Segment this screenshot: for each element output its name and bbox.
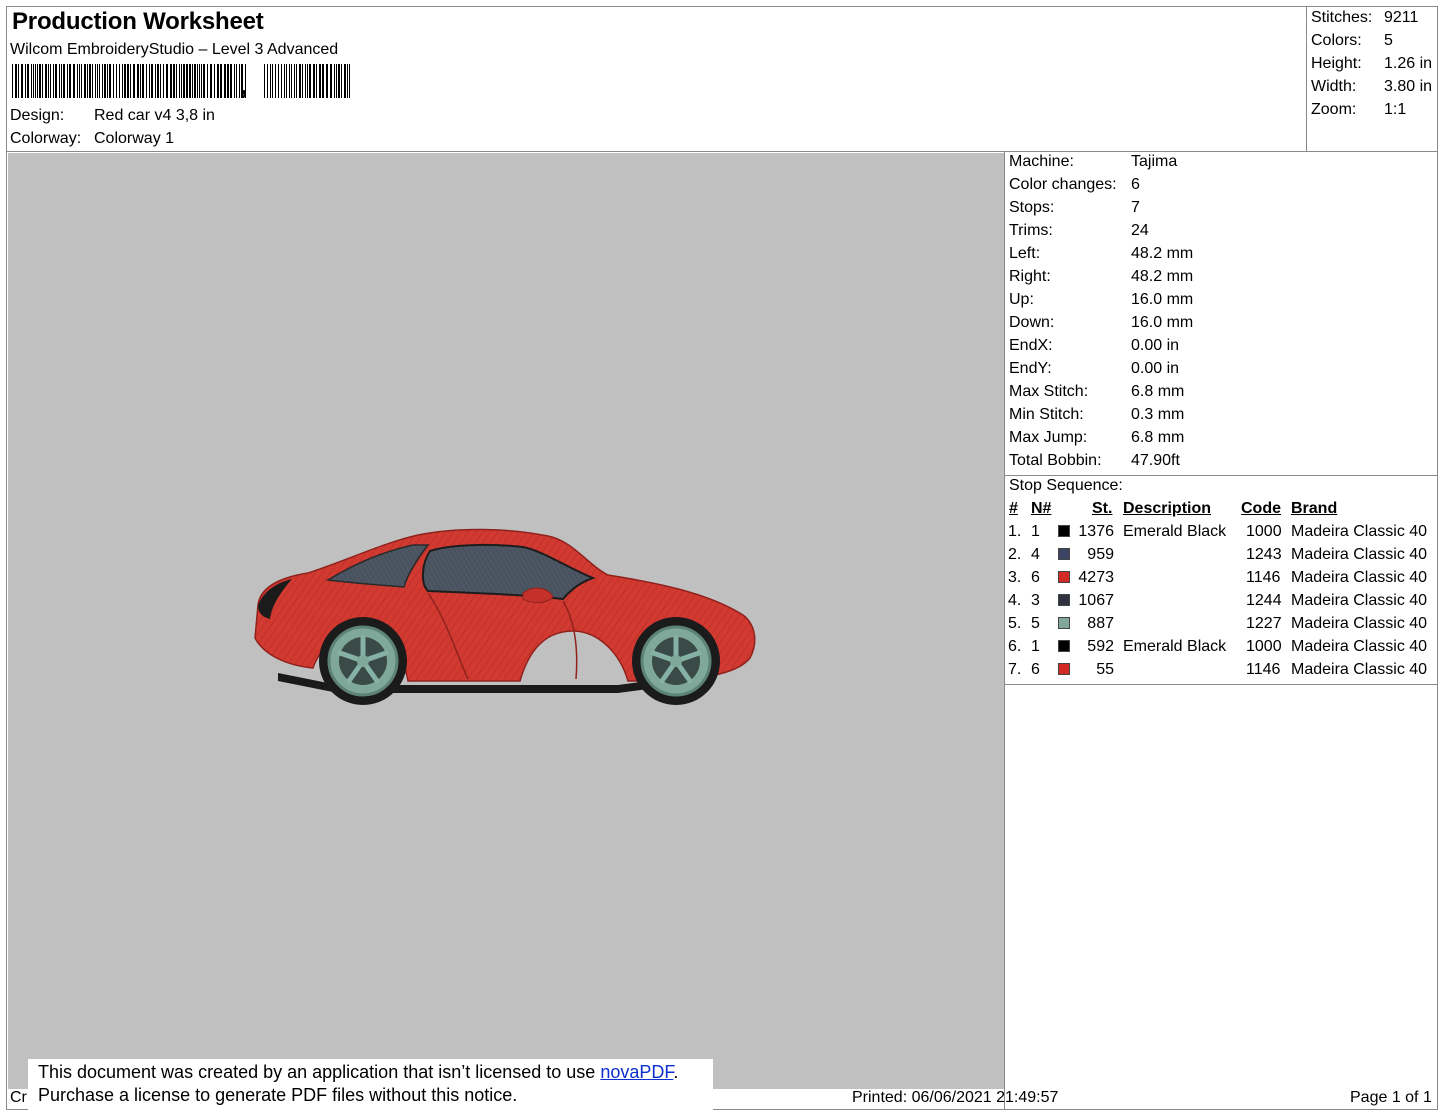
row-code: 1243 xyxy=(1246,546,1282,563)
thread-color-swatch xyxy=(1058,525,1070,537)
row-brand: Madeira Classic 40 xyxy=(1291,523,1428,540)
row-brand: Madeira Classic 40 xyxy=(1291,546,1428,563)
row-needle: 6 xyxy=(1031,661,1040,678)
front-wheel xyxy=(632,617,720,705)
sequence-separator xyxy=(1005,684,1438,685)
col-header-num: # xyxy=(1009,500,1018,517)
design-value: Red car v4 3,8 in xyxy=(94,107,215,124)
row-stitches: 1376 xyxy=(1078,523,1114,540)
col-header-needle: N# xyxy=(1031,500,1052,517)
barcode-separator: , xyxy=(240,70,248,100)
license-notice: This document was created by an applicat… xyxy=(28,1059,713,1111)
novapdf-link[interactable]: novaPDF xyxy=(600,1062,673,1082)
row-needle: 4 xyxy=(1031,546,1040,563)
row-brand: Madeira Classic 40 xyxy=(1291,592,1428,609)
row-description: Emerald Black xyxy=(1123,638,1227,655)
page-title: Production Worksheet xyxy=(12,8,264,35)
row-num: 6. xyxy=(1008,638,1022,655)
design-summary: Stitches: 9211 Colors: 5 Height: 1.26 in Wi… xyxy=(1307,6,1438,152)
car-embroidery-image xyxy=(254,528,756,705)
row-description: Emerald Black xyxy=(1123,523,1227,540)
row-brand: Madeira Classic 40 xyxy=(1291,569,1428,586)
thread-color-swatch xyxy=(1058,617,1070,629)
col-header-stitches: St. xyxy=(1092,500,1113,517)
row-needle: 5 xyxy=(1031,615,1040,632)
col-header-description: Description xyxy=(1123,500,1212,517)
row-brand: Madeira Classic 40 xyxy=(1291,638,1428,655)
row-num: 1. xyxy=(1008,523,1022,540)
row-stitches: 592 xyxy=(1087,638,1114,655)
stop-sequence-title: Stop Sequence: xyxy=(1009,477,1123,494)
design-label: Design: xyxy=(10,107,65,124)
row-stitches: 1067 xyxy=(1078,592,1114,609)
row-num: 5. xyxy=(1008,615,1022,632)
barcode-graphic xyxy=(12,64,350,98)
thread-color-swatch xyxy=(1058,548,1070,560)
design-preview xyxy=(8,153,1004,1089)
row-stitches: 4273 xyxy=(1078,569,1114,586)
row-num: 4. xyxy=(1008,592,1022,609)
colorway-value: Colorway 1 xyxy=(94,130,175,147)
barcode xyxy=(12,64,357,100)
col-header-brand: Brand xyxy=(1291,500,1338,517)
thread-color-swatch xyxy=(1058,571,1070,583)
panel-divider xyxy=(1004,152,1005,1110)
row-num: 3. xyxy=(1008,569,1022,586)
thread-color-swatch xyxy=(1058,594,1070,606)
rear-wheel xyxy=(319,617,407,705)
footer-fragment: Cr xyxy=(10,1089,27,1106)
row-needle: 1 xyxy=(1031,638,1040,655)
stats-separator xyxy=(1005,475,1438,476)
row-needle: 6 xyxy=(1031,569,1040,586)
row-code: 1146 xyxy=(1246,569,1281,586)
software-name: Wilcom EmbroideryStudio – Level 3 Advanc… xyxy=(10,41,339,58)
page-number: Page 1 of 1 xyxy=(1350,1089,1432,1106)
row-stitches: 959 xyxy=(1087,546,1114,563)
col-header-code: Code xyxy=(1241,500,1281,517)
row-needle: 3 xyxy=(1031,592,1040,609)
notice-line-1: This document was created by an applicat… xyxy=(38,1062,679,1082)
thread-color-swatch xyxy=(1058,640,1070,652)
row-needle: 1 xyxy=(1031,523,1040,540)
row-code: 1244 xyxy=(1246,592,1282,609)
row-code: 1000 xyxy=(1246,638,1282,655)
row-code: 1227 xyxy=(1246,615,1282,632)
row-stitches: 55 xyxy=(1096,661,1114,678)
printed-timestamp: Printed: 06/06/2021 21:49:57 xyxy=(852,1089,1059,1106)
thread-color-swatch xyxy=(1058,663,1070,675)
row-brand: Madeira Classic 40 xyxy=(1291,615,1428,632)
notice-line-2: Purchase a license to generate PDF files… xyxy=(38,1085,518,1105)
row-brand: Madeira Classic 40 xyxy=(1291,661,1428,678)
colorway-label: Colorway: xyxy=(10,130,82,147)
row-num: 7. xyxy=(1008,661,1022,678)
row-num: 2. xyxy=(1008,546,1022,563)
row-stitches: 887 xyxy=(1087,615,1114,632)
row-code: 1000 xyxy=(1246,523,1282,540)
row-code: 1146 xyxy=(1246,661,1281,678)
